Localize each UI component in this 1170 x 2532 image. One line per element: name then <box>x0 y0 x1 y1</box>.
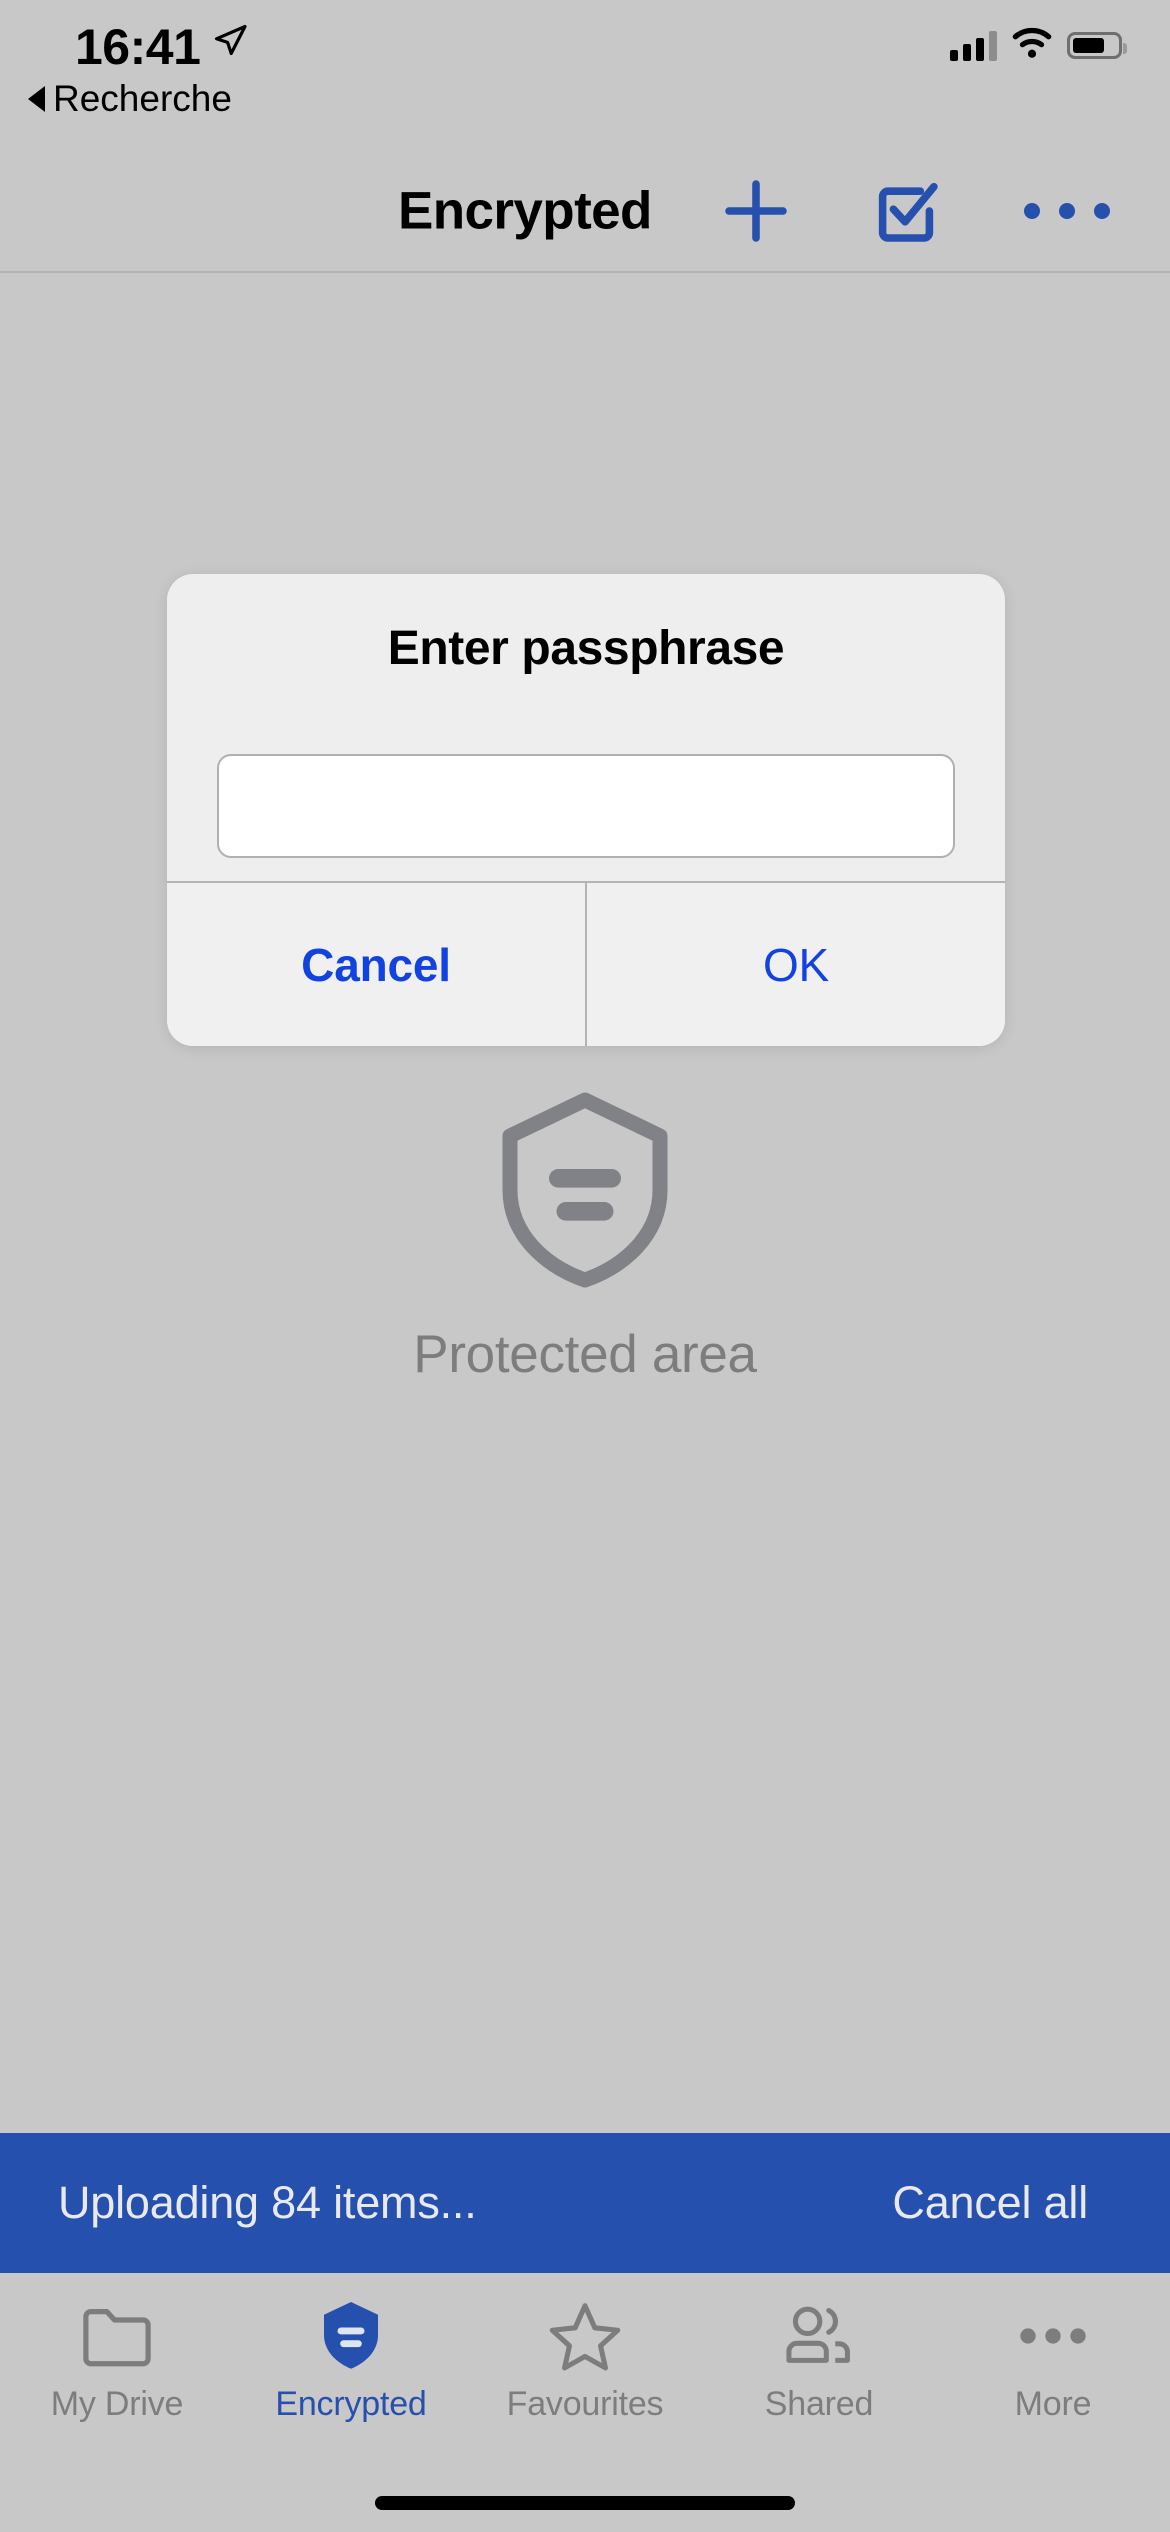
app-screen: 16:41 Recherche Encrypted Enter passphra… <box>0 0 1170 2532</box>
tab-label: Shared <box>764 2385 874 2423</box>
ellipsis-icon <box>1024 203 1110 219</box>
ellipsis-icon <box>1014 2299 1092 2373</box>
cancel-all-uploads-button[interactable]: Cancel all <box>892 2177 1088 2229</box>
tab-label: My Drive <box>50 2385 184 2423</box>
location-arrow-icon <box>212 22 248 58</box>
people-icon <box>780 2299 858 2373</box>
tab-label: Favourites <box>506 2385 664 2423</box>
status-indicators <box>950 26 1127 65</box>
dialog-title: Enter passphrase <box>387 622 785 675</box>
tab-my-drive[interactable]: My Drive <box>0 2273 234 2457</box>
cellular-signal-icon <box>950 30 997 61</box>
more-options-button[interactable] <box>1012 163 1122 259</box>
nav-separator <box>0 271 1170 273</box>
add-button[interactable] <box>708 163 804 259</box>
back-caret-icon <box>28 86 45 112</box>
star-outline-icon <box>547 2299 623 2373</box>
plus-icon <box>725 180 787 242</box>
passphrase-input[interactable] <box>217 754 955 858</box>
shield-filled-icon <box>318 2299 384 2373</box>
empty-state: Protected area <box>0 1090 1170 1385</box>
wifi-icon <box>1011 26 1053 65</box>
back-link-label: Recherche <box>53 78 232 119</box>
upload-status-banner: Uploading 84 items... Cancel all <box>0 2133 1170 2273</box>
home-indicator[interactable] <box>375 2496 795 2510</box>
tab-label: More <box>1014 2385 1092 2423</box>
cancel-button[interactable]: Cancel <box>167 883 587 1046</box>
page-title: Encrypted <box>398 181 652 241</box>
back-to-search-link[interactable]: Recherche <box>28 78 232 120</box>
tab-label: Encrypted <box>275 2385 427 2423</box>
tab-favourites[interactable]: Favourites <box>468 2273 702 2457</box>
ok-button[interactable]: OK <box>587 883 1005 1046</box>
upload-status-text: Uploading 84 items... <box>58 2177 477 2228</box>
navigation-bar: Encrypted <box>0 150 1170 272</box>
checkbox-edit-icon <box>878 182 938 242</box>
tab-shared[interactable]: Shared <box>702 2273 936 2457</box>
empty-state-label: Protected area <box>413 1325 757 1384</box>
status-time: 16:41 <box>75 19 201 75</box>
shield-lines-icon <box>495 1090 675 1290</box>
passphrase-dialog: Enter passphrase Cancel OK <box>167 574 1005 1046</box>
battery-icon <box>1067 32 1127 59</box>
dialog-actions: Cancel OK <box>167 881 1005 1046</box>
tab-encrypted[interactable]: Encrypted <box>234 2273 468 2457</box>
folder-icon <box>80 2299 154 2373</box>
tab-bar: My Drive Encrypted Favourites Shared Mor… <box>0 2273 1170 2457</box>
select-items-button[interactable] <box>858 163 954 259</box>
tab-more[interactable]: More <box>936 2273 1170 2457</box>
